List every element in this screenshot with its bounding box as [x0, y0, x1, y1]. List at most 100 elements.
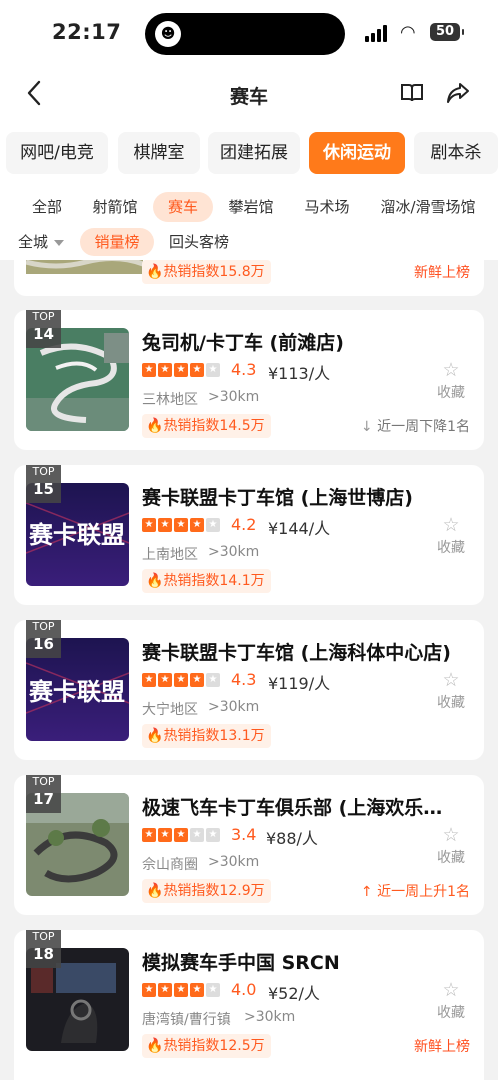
distance: >30km	[244, 1009, 296, 1025]
star-icon: ★	[174, 673, 188, 687]
venue-name[interactable]: 极速飞车卡丁车俱乐部 (上海欢乐…	[142, 793, 477, 820]
venue-name[interactable]: 兔司机/卡丁车 (前滩店)	[142, 328, 477, 355]
subtab-all[interactable]: 全部	[20, 192, 74, 222]
rank-top-label: TOP	[32, 620, 55, 633]
tab-internet-cafe[interactable]: 网吧/电竞	[6, 132, 108, 174]
favorite-button[interactable]: ☆ 收藏	[433, 360, 469, 402]
guide-button[interactable]	[400, 82, 424, 110]
favorite-button[interactable]: ☆ 收藏	[433, 825, 469, 867]
favorite-button[interactable]: ☆ 收藏	[433, 670, 469, 712]
star-icon: ★	[142, 363, 156, 377]
star-icon: ★	[158, 518, 172, 532]
venue-thumbnail	[26, 260, 143, 274]
price-per-person: ¥119/人	[268, 674, 331, 693]
favorite-label: 收藏	[437, 850, 465, 866]
star-outline-icon: ☆	[442, 669, 460, 691]
price-per-person: ¥113/人	[268, 364, 331, 383]
star-icon: ★	[142, 673, 156, 687]
star-icon: ★	[206, 983, 220, 997]
hot-index-badge: 🔥热销指数14.5万	[142, 414, 271, 438]
subtab-racing[interactable]: 赛车	[153, 192, 213, 222]
app-activity-icon: ☻	[155, 21, 181, 47]
hot-index-text: 热销指数15.8万	[163, 264, 265, 280]
status-time: 22:17	[52, 20, 122, 44]
trend-label: ↓ 近一周下降1名	[361, 416, 470, 436]
hot-index-text: 热销指数14.5万	[163, 418, 265, 434]
rank-number: 15	[33, 480, 54, 498]
hot-index-badge: 🔥热销指数13.1万	[142, 724, 271, 748]
venue-name[interactable]: 赛卡联盟卡丁车馆 (上海世博店)	[142, 483, 477, 510]
star-icon: ★	[206, 518, 220, 532]
rating-score: 3.4	[231, 825, 257, 844]
price-per-person: ¥144/人	[268, 519, 331, 538]
list-item[interactable]: TOP 18 模拟赛车手中国 SRCN ★ ★ ★ ★ ★ 4.0 ¥52/人 唐湾镇/…	[14, 930, 484, 1080]
list-item[interactable]: TOP 17 极速飞车卡丁车俱乐部 (上海欢乐… ★ ★ ★ ★ ★ 3.4 ¥88/人…	[14, 775, 484, 915]
battery-icon: 50	[430, 23, 464, 41]
rank-badge: TOP 15	[26, 465, 61, 503]
hot-index-badge: 🔥热销指数12.5万	[142, 1034, 271, 1058]
city-filter[interactable]: 全城	[18, 228, 65, 256]
city-filter-label: 全城	[18, 233, 49, 251]
tab-script-game[interactable]: 剧本杀	[414, 132, 498, 174]
area-name: 佘山商圈	[142, 857, 198, 873]
venue-name[interactable]: 赛卡联盟卡丁车馆 (上海科体中心店)	[142, 638, 477, 665]
rating-score: 4.3	[231, 670, 257, 689]
star-icon: ★	[158, 673, 172, 687]
favorite-label: 收藏	[437, 1005, 465, 1021]
svg-text:赛卡联盟: 赛卡联盟	[28, 520, 125, 549]
list-item-previous[interactable]: 🔥热销指数15.8万 新鲜上榜	[14, 260, 484, 296]
rank-badge: TOP 17	[26, 775, 61, 813]
list-item[interactable]: 赛卡联盟 TOP 15 赛卡联盟卡丁车馆 (上海世博店) ★ ★ ★ ★ ★ 4.2 ¥…	[14, 465, 484, 605]
list-item[interactable]: 赛卡联盟 TOP 16 赛卡联盟卡丁车馆 (上海科体中心店) ★ ★ ★ ★ ★ 4.3…	[14, 620, 484, 760]
dynamic-island: ☻	[145, 13, 345, 55]
rank-number: 17	[33, 790, 54, 808]
subtab-climbing[interactable]: 攀岩馆	[222, 192, 280, 222]
subtab-skating[interactable]: 溜冰/滑雪场馆	[376, 192, 480, 222]
favorite-label: 收藏	[437, 695, 465, 711]
rank-top-label: TOP	[32, 930, 55, 943]
filter-bar: 全城 销量榜 回头客榜	[0, 226, 498, 260]
star-outline-icon: ☆	[442, 514, 460, 536]
tab-team-building[interactable]: 团建拓展	[208, 132, 300, 174]
star-icon: ★	[158, 828, 172, 842]
star-outline-icon: ☆	[442, 979, 460, 1001]
fire-icon: 🔥	[146, 1038, 164, 1054]
star-rating: ★ ★ ★ ★ ★	[142, 518, 222, 534]
area-name: 唐湾镇/曹行镇	[142, 1012, 231, 1028]
subtab-equestrian[interactable]: 马术场	[299, 192, 355, 222]
hot-index-badge: 🔥热销指数15.8万	[142, 260, 271, 284]
tab-chess-room[interactable]: 棋牌室	[118, 132, 200, 174]
book-icon	[401, 84, 423, 102]
star-rating: ★ ★ ★ ★ ★	[142, 363, 222, 379]
favorite-button[interactable]: ☆ 收藏	[433, 515, 469, 557]
venue-name[interactable]: 模拟赛车手中国 SRCN	[142, 948, 477, 975]
distance: >30km	[208, 699, 260, 715]
svg-text:赛卡联盟: 赛卡联盟	[28, 677, 125, 706]
sales-ranking-tab[interactable]: 销量榜	[80, 228, 154, 256]
favorite-button[interactable]: ☆ 收藏	[433, 980, 469, 1022]
tab-leisure-sports[interactable]: 休闲运动	[309, 132, 405, 174]
trend-text: 近一周下降1名	[377, 419, 470, 435]
list-item[interactable]: TOP 14 兔司机/卡丁车 (前滩店) ★ ★ ★ ★ ★ 4.3 ¥113/人 三林…	[14, 310, 484, 450]
star-icon: ★	[142, 518, 156, 532]
share-button[interactable]	[446, 82, 470, 110]
hot-index-badge: 🔥热销指数12.9万	[142, 879, 271, 903]
rank-top-label: TOP	[32, 465, 55, 478]
favorite-label: 收藏	[437, 385, 465, 401]
fire-icon: 🔥	[146, 573, 164, 589]
wifi-icon: ◠	[400, 22, 416, 43]
favorite-label: 收藏	[437, 540, 465, 556]
trend-label: 新鲜上榜	[414, 265, 470, 281]
category-tabs: 网吧/电竞 棋牌室 团建拓展 休闲运动 剧本杀	[0, 124, 498, 186]
repeat-customer-ranking-tab[interactable]: 回头客榜	[169, 228, 229, 256]
hot-index-text: 热销指数12.5万	[163, 1038, 265, 1054]
rank-number: 18	[33, 945, 54, 963]
arrow-down-icon: ↓	[360, 419, 378, 435]
share-icon	[447, 83, 469, 103]
rank-number: 14	[33, 325, 54, 343]
fire-icon: 🔥	[146, 264, 164, 280]
star-icon: ★	[190, 983, 204, 997]
subtab-archery[interactable]: 射箭馆	[88, 192, 142, 222]
star-icon: ★	[206, 363, 220, 377]
star-icon: ★	[190, 363, 204, 377]
